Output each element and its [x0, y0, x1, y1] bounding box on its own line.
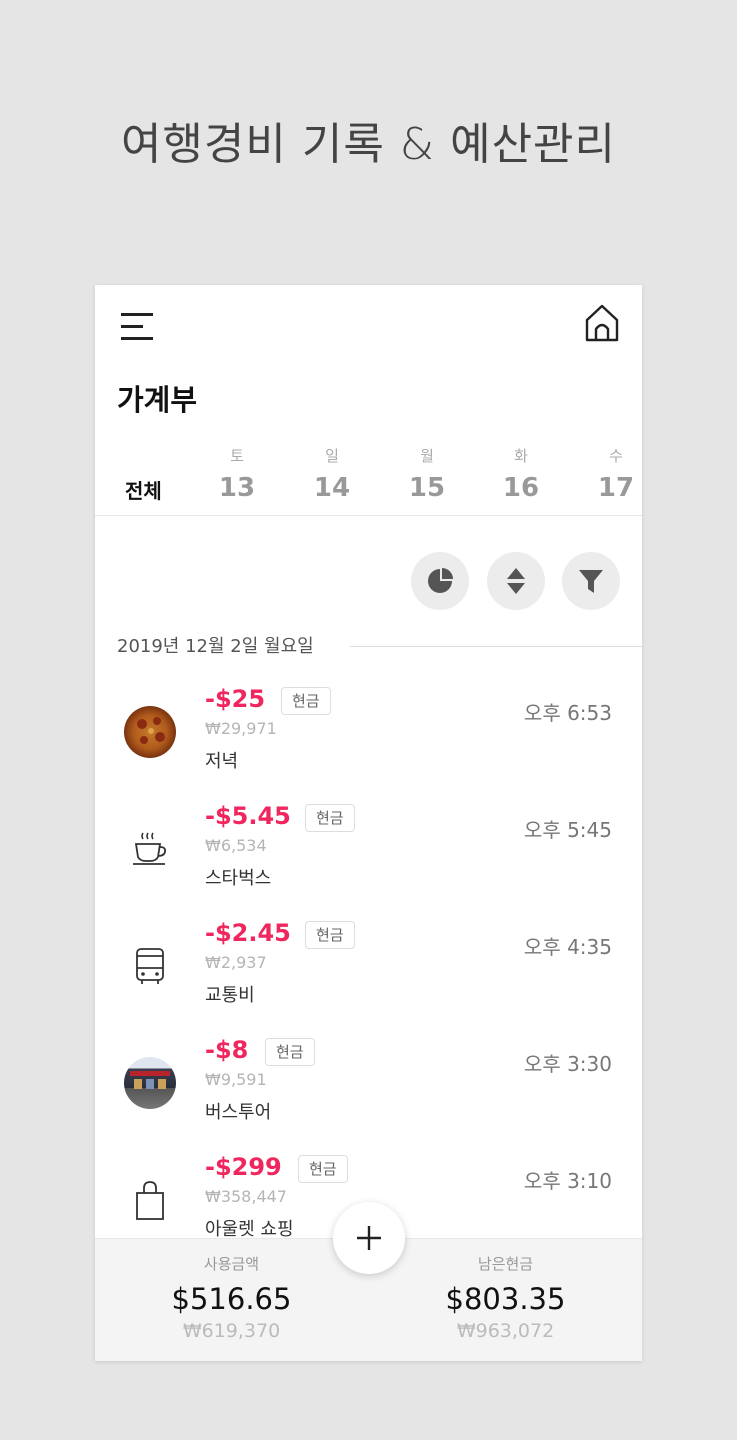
pie-chart-icon: [428, 568, 453, 593]
app-screen: 가계부 전체 토 13 일 14 월 15 화 16 수 17 2019년 12…: [95, 285, 642, 1361]
amount-krw: ₩2,937: [205, 953, 267, 972]
memo: 스타벅스: [205, 868, 272, 889]
add-expense-button[interactable]: [333, 1202, 405, 1274]
expense-item[interactable]: -$25 현금 ₩29,971 저녁 오후 6:53: [95, 685, 642, 795]
day-of-week: 토: [230, 447, 244, 465]
page-title: 가계부: [117, 383, 198, 417]
day-number: 13: [218, 473, 256, 503]
payment-tag: 현금: [265, 1038, 315, 1066]
payment-tag: 현금: [298, 1155, 348, 1183]
menu-icon[interactable]: [121, 313, 155, 341]
day-tab[interactable]: 월 15: [397, 445, 457, 503]
amount: -$299: [205, 1153, 282, 1181]
amount-krw: ₩358,447: [205, 1187, 287, 1206]
day-tab[interactable]: 화 16: [491, 445, 551, 503]
day-tab-all[interactable]: 전체: [125, 475, 162, 504]
plus-icon: [357, 1226, 381, 1250]
filter-button[interactable]: [562, 552, 620, 610]
expense-item[interactable]: -$8 현금 ₩9,591 버스투어 오후 3:30: [95, 1036, 642, 1146]
divider: [350, 646, 642, 647]
day-number: 15: [408, 473, 446, 503]
promo-headline: 여행경비 기록 & 예산관리: [120, 119, 617, 170]
spent-krw: ₩619,370: [182, 1320, 281, 1342]
payment-tag: 현금: [305, 921, 355, 949]
day-number: 16: [502, 473, 540, 503]
amount-krw: ₩9,591: [205, 1070, 267, 1089]
memo: 버스투어: [205, 1102, 272, 1123]
day-of-week: 일: [325, 447, 339, 465]
shopping-bag-icon: [123, 1173, 177, 1227]
remaining-summary: 남은현금 $803.35 ₩963,072: [369, 1253, 642, 1342]
amount: -$2.45: [205, 919, 291, 947]
day-selector: 전체 토 13 일 14 월 15 화 16 수 17: [95, 445, 642, 516]
remaining-usd: $803.35: [445, 1282, 566, 1316]
bus-icon: [123, 939, 177, 993]
amount: -$8: [205, 1036, 249, 1064]
spent-summary: 사용금액 $516.65 ₩619,370: [95, 1253, 368, 1342]
day-number: 17: [597, 473, 635, 503]
sort-button[interactable]: [487, 552, 545, 610]
sort-icon: [507, 568, 525, 594]
amount-krw: ₩29,971: [205, 719, 277, 738]
amount-krw: ₩6,534: [205, 836, 267, 855]
day-of-week: 수: [609, 447, 623, 465]
time: 오후 5:45: [523, 818, 612, 842]
pie-chart-button[interactable]: [411, 552, 469, 610]
remaining-label: 남은현금: [477, 1255, 534, 1273]
date-header: 2019년 12월 2일 월요일: [117, 636, 314, 657]
time: 오후 4:35: [523, 935, 612, 959]
amount: -$25: [205, 685, 266, 713]
spent-label: 사용금액: [203, 1255, 260, 1273]
amount: -$5.45: [205, 802, 291, 830]
day-of-week: 화: [514, 447, 528, 465]
spent-usd: $516.65: [171, 1282, 292, 1316]
day-tab[interactable]: 일 14: [302, 445, 362, 503]
payment-tag: 현금: [305, 804, 355, 832]
payment-tag: 현금: [281, 687, 331, 715]
filter-icon: [579, 570, 603, 593]
day-number: 14: [313, 473, 351, 503]
time: 오후 6:53: [523, 701, 612, 725]
home-icon[interactable]: [584, 303, 620, 343]
store-photo: [123, 1056, 177, 1110]
time: 오후 3:30: [523, 1052, 612, 1076]
expense-item[interactable]: -$5.45 현금 ₩6,534 스타벅스 오후 5:45: [95, 802, 642, 912]
coffee-cup-icon: [123, 822, 177, 876]
memo: 저녁: [205, 751, 239, 772]
pizza-photo: [123, 705, 177, 759]
day-of-week: 월: [420, 447, 434, 465]
day-tab[interactable]: 수 17: [586, 445, 642, 503]
remaining-krw: ₩963,072: [456, 1320, 555, 1342]
memo: 교통비: [205, 985, 255, 1006]
time: 오후 3:10: [523, 1169, 612, 1193]
day-tab[interactable]: 토 13: [207, 445, 267, 503]
expense-item[interactable]: -$2.45 현금 ₩2,937 교통비 오후 4:35: [95, 919, 642, 1029]
